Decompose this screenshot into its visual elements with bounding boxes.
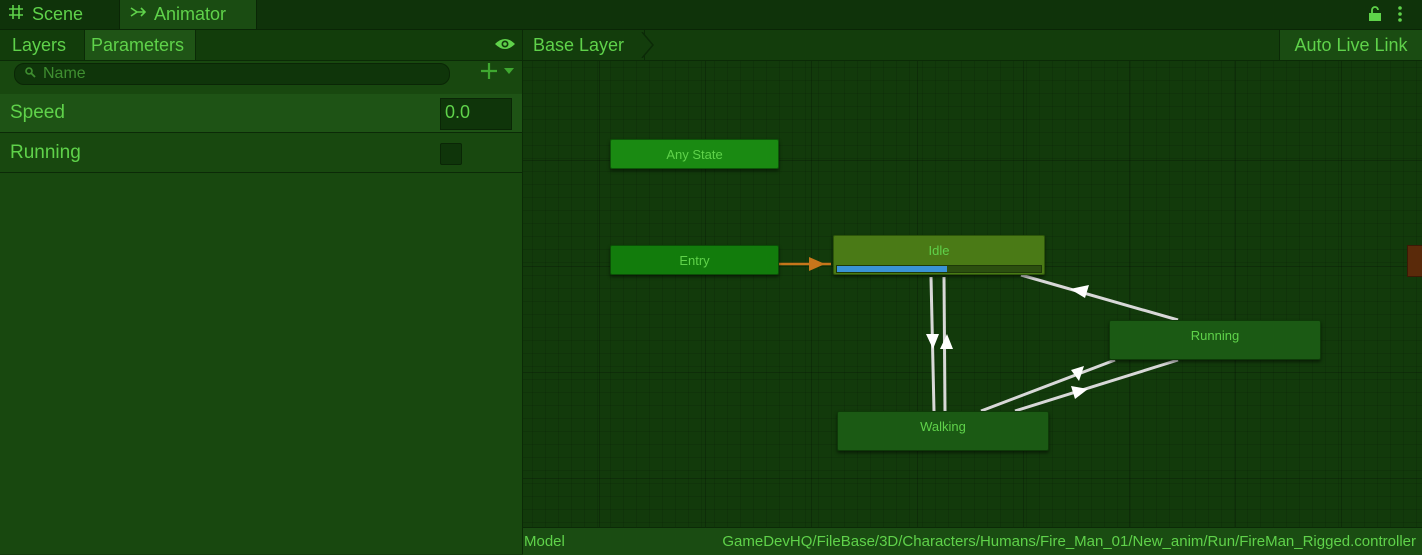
state-running[interactable]: Running: [1109, 320, 1321, 360]
tab-scene[interactable]: Scene: [8, 0, 118, 29]
breadcrumb-base-layer[interactable]: Base Layer: [523, 30, 645, 60]
status-bar: Model GameDevHQ/FileBase/3D/Characters/H…: [523, 527, 1422, 555]
state-label: Walking: [920, 419, 966, 434]
running-checkbox[interactable]: [440, 143, 462, 165]
transition-entry-idle[interactable]: [779, 257, 831, 271]
controller-path: GameDevHQ/FileBase/3D/Characters/Humans/…: [722, 533, 1416, 550]
tab-parameters[interactable]: Parameters: [84, 30, 196, 60]
parameter-row-running[interactable]: Running: [0, 134, 522, 173]
add-parameter-icon[interactable]: [480, 61, 498, 85]
search-placeholder: Name: [43, 65, 86, 82]
state-label: Idle: [928, 243, 950, 258]
tab-animator[interactable]: Animator: [119, 0, 257, 29]
parameter-name: Speed: [10, 102, 65, 123]
idle-progress-fill: [837, 266, 948, 272]
grid-icon: [8, 4, 24, 25]
tab-animator-label: Animator: [154, 4, 227, 24]
auto-live-link-button[interactable]: Auto Live Link: [1279, 30, 1422, 60]
transition-idle-walking[interactable]: [926, 276, 939, 412]
state-label: Entry: [679, 253, 710, 268]
parameters-panel: Layers Parameters Name Speed 0.0 Running: [0, 30, 523, 554]
speed-value-field[interactable]: 0.0: [440, 98, 512, 130]
state-exit-partial[interactable]: [1407, 245, 1422, 277]
search-icon: [25, 67, 36, 81]
lock-icon[interactable]: [1368, 6, 1382, 27]
status-label: Model: [524, 533, 565, 550]
transition-walking-idle[interactable]: [940, 276, 953, 412]
state-any-state[interactable]: Any State: [610, 139, 779, 169]
parameter-name: Running: [10, 142, 81, 163]
animator-icon: [130, 4, 147, 25]
tab-layers[interactable]: Layers: [6, 30, 83, 60]
window-tab-bar: Scene Animator: [0, 0, 1422, 30]
breadcrumb-separator-icon: [641, 32, 654, 58]
transitions-layer: [779, 257, 1179, 413]
eye-icon[interactable]: [494, 36, 516, 57]
parameter-row-speed[interactable]: Speed 0.0: [0, 94, 522, 133]
more-options-icon[interactable]: [1396, 5, 1404, 28]
state-label: Running: [1190, 328, 1240, 343]
state-machine-graph[interactable]: Any State Entry Idle Running Walking: [523, 61, 1422, 527]
transition-running-idle[interactable]: [1020, 273, 1179, 322]
idle-progress-bar: [836, 265, 1042, 273]
graph-toolbar: Base Layer Auto Live Link: [523, 30, 1422, 61]
tab-scene-label: Scene: [32, 4, 84, 24]
state-idle[interactable]: Idle: [833, 235, 1045, 275]
search-field[interactable]: Name: [14, 63, 450, 85]
state-walking[interactable]: Walking: [837, 411, 1049, 451]
state-label: Any State: [666, 147, 723, 162]
chevron-down-icon[interactable]: [504, 67, 514, 78]
panel-subtabs: Layers Parameters: [0, 30, 522, 61]
state-entry[interactable]: Entry: [610, 245, 779, 275]
